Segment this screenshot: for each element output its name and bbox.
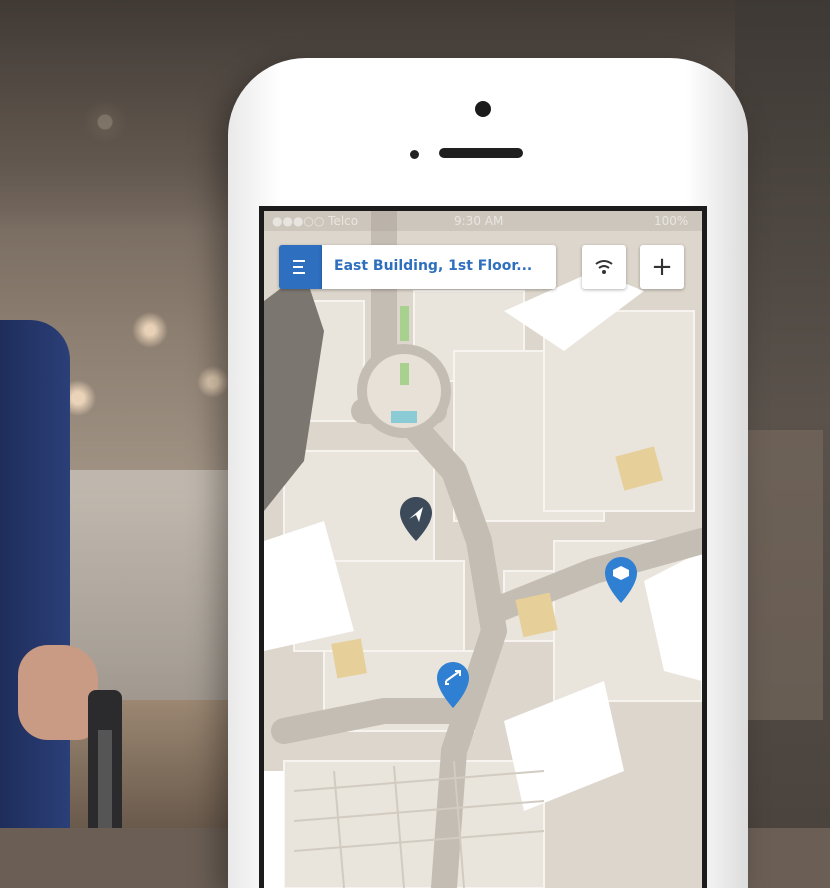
plus-icon: + xyxy=(651,252,673,282)
zoom-in-button[interactable]: + xyxy=(640,245,684,289)
phone-device: ●●●○○ Telco 9:30 AM 100% East Building, … xyxy=(228,58,748,888)
proximity-sensor xyxy=(410,150,419,159)
earpiece-speaker xyxy=(439,148,523,158)
current-location-pin[interactable] xyxy=(399,496,433,542)
floor-plan xyxy=(264,211,702,888)
location-selector[interactable]: East Building, 1st Floor... xyxy=(322,245,556,289)
wifi-icon xyxy=(595,260,613,274)
indoor-map[interactable]: ●●●○○ Telco 9:30 AM 100% East Building, … xyxy=(264,211,702,888)
right-wall xyxy=(735,0,830,828)
hand xyxy=(18,645,98,740)
suitcase-handle xyxy=(88,690,122,828)
front-camera xyxy=(475,101,491,117)
wifi-button[interactable] xyxy=(582,245,626,289)
status-bar: ●●●○○ Telco 9:30 AM 100% xyxy=(264,211,702,231)
location-title: East Building, 1st Floor... xyxy=(334,258,533,274)
person-arm xyxy=(0,320,70,828)
transfer-pin[interactable] xyxy=(436,661,470,709)
tag-pin[interactable] xyxy=(604,556,638,604)
time-label: 9:30 AM xyxy=(454,214,504,228)
carrier-label: ●●●○○ Telco xyxy=(272,214,359,228)
battery-label: 100% xyxy=(654,214,689,228)
phone-screen: ●●●○○ Telco 9:30 AM 100% East Building, … xyxy=(259,206,707,888)
menu-button[interactable] xyxy=(279,245,322,289)
